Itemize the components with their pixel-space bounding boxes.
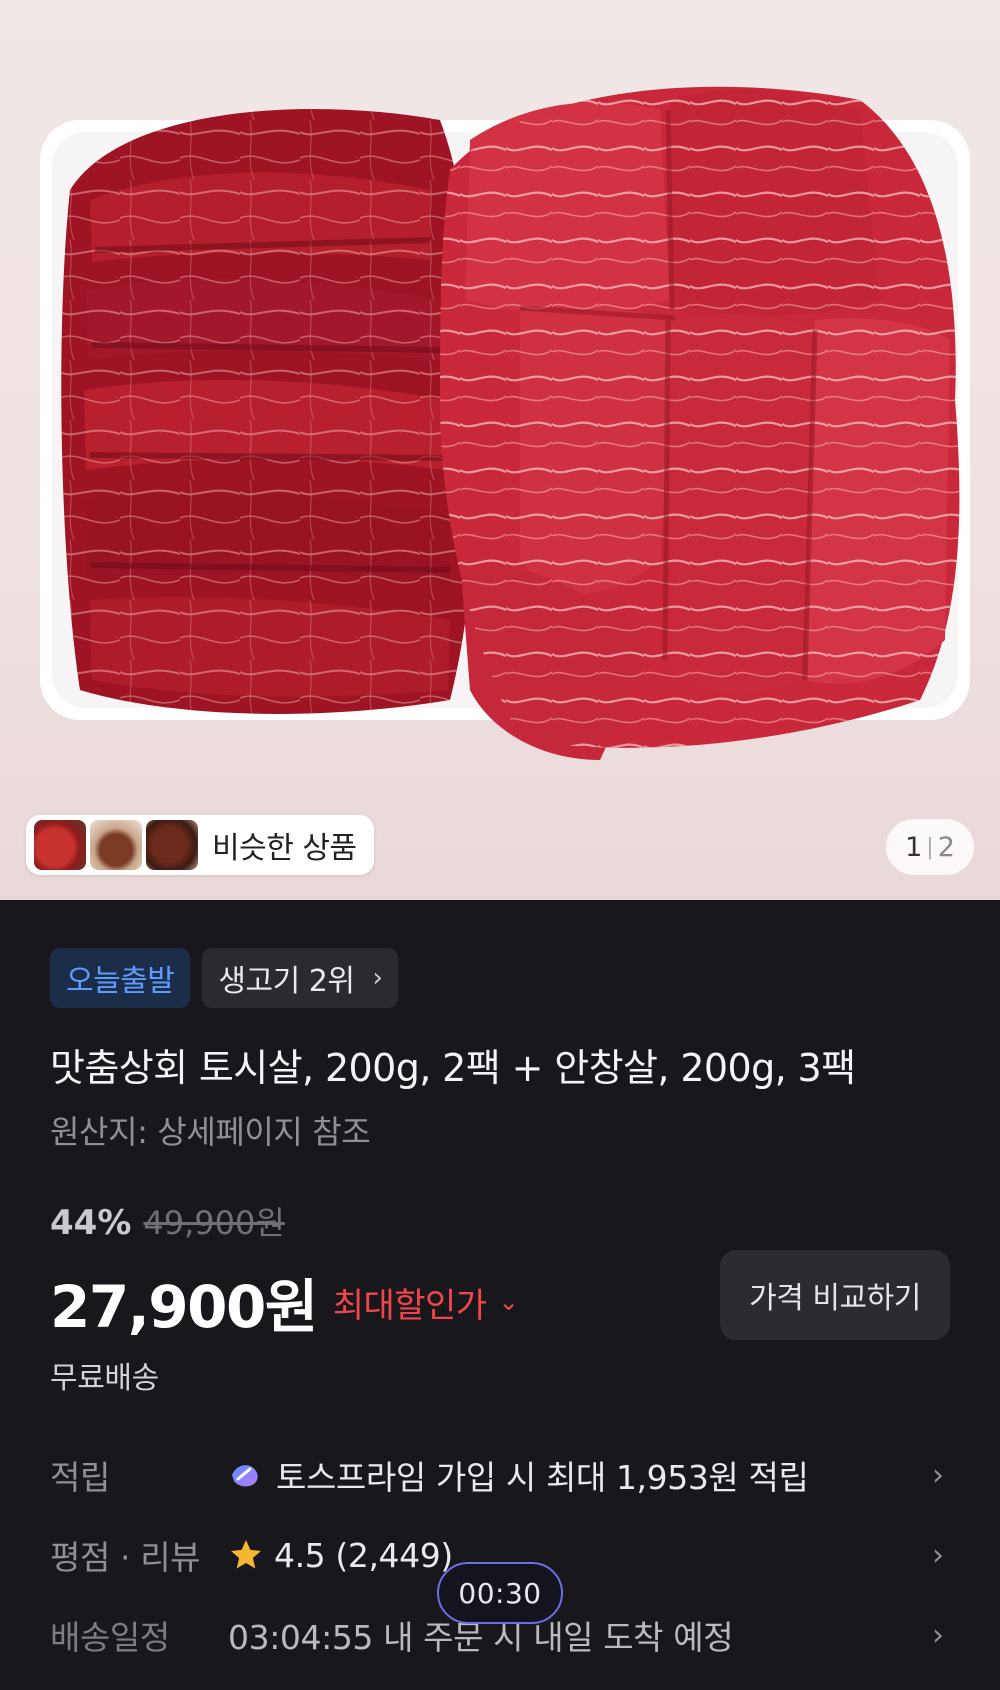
meat-right xyxy=(440,86,960,760)
shipping-info: 무료배송 xyxy=(50,1361,159,1396)
toss-prime-icon xyxy=(232,1465,258,1487)
similar-products-button[interactable]: 비슷한 상품 xyxy=(26,815,374,875)
chevron-down-icon[interactable]: ⌄ xyxy=(499,1288,519,1316)
points-value: 토스프라임 가입 시 최대 1,953원 적립 xyxy=(276,1458,809,1497)
points-label: 적립 xyxy=(50,1458,110,1497)
product-origin: 원산지: 상세페이지 참조 xyxy=(50,1113,371,1151)
chevron-right-icon: › xyxy=(372,963,383,993)
points-value-wrap: 토스프라임 가입 시 최대 1,953원 적립 xyxy=(228,1451,809,1499)
discount-row: 44% 49,900원 xyxy=(50,1198,285,1244)
original-price: 49,900원 xyxy=(143,1204,285,1242)
price-compare-button[interactable]: 가격 비교하기 xyxy=(720,1250,950,1340)
similar-thumb-3 xyxy=(146,820,198,870)
rating-value-wrap: 4.5 (2,449) xyxy=(228,1536,453,1575)
product-photo xyxy=(40,86,970,760)
star-icon xyxy=(231,1540,261,1569)
chevron-right-icon: › xyxy=(932,1457,944,1493)
product-image-gallery[interactable]: 비슷한 상품 1 | 2 xyxy=(0,0,1000,900)
today-ship-badge: 오늘출발 xyxy=(50,948,191,1008)
category-rank-badge[interactable]: 생고기 2위 › xyxy=(202,948,399,1008)
category-rank-label: 생고기 2위 xyxy=(218,964,355,999)
rating-value: 4.5 (2,449) xyxy=(274,1535,453,1575)
similar-thumb-2 xyxy=(90,820,142,870)
points-row[interactable]: 적립 토스프라임 가입 시 최대 1,953원 적립 › xyxy=(0,1440,1000,1510)
max-discount-toggle[interactable]: 최대할인가 xyxy=(333,1278,487,1327)
sale-price: 27,900원 xyxy=(50,1273,318,1341)
discount-rate: 44% xyxy=(50,1203,132,1243)
pager-current: 1 xyxy=(905,831,923,863)
image-pager: 1 | 2 xyxy=(886,819,974,875)
recording-timer: 00:30 xyxy=(437,1562,563,1624)
badge-row: 오늘출발 생고기 2위 › xyxy=(50,948,399,1008)
meat-left xyxy=(61,108,474,714)
similar-products-label: 비슷한 상품 xyxy=(212,831,357,866)
price-row: 27,900원 최대할인가 ⌄ xyxy=(50,1260,519,1344)
product-title: 맛춤상회 토시살, 200g, 2팩 + 안창살, 200g, 3팩 xyxy=(50,1046,856,1090)
rating-label: 평점 · 리뷰 xyxy=(50,1538,201,1577)
pager-total: 2 xyxy=(937,831,955,863)
similar-thumb-1 xyxy=(34,820,86,870)
chevron-right-icon: › xyxy=(932,1617,944,1653)
delivery-label: 배송일정 xyxy=(50,1618,170,1657)
pager-separator: | xyxy=(926,834,934,860)
chevron-right-icon: › xyxy=(932,1537,944,1573)
